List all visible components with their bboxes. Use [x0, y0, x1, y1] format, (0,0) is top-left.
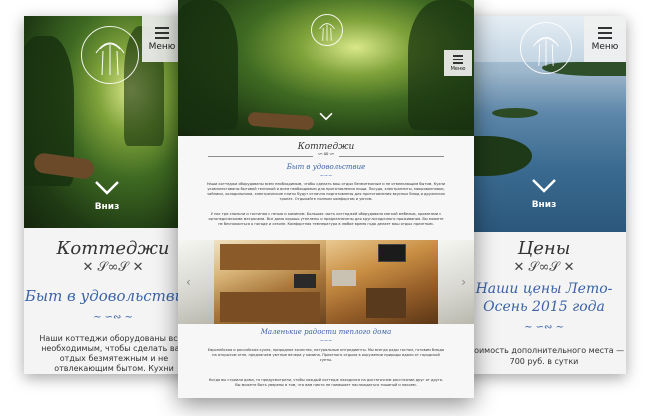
tree-shape	[178, 0, 238, 130]
gallery-photo[interactable]	[214, 240, 326, 324]
hamburger-icon	[444, 50, 472, 64]
menu-button[interactable]: Меню	[142, 16, 182, 62]
scroll-down-label[interactable]: Вниз	[521, 200, 567, 210]
ornament-divider: ✕ 𝒮∞𝒮 ✕	[513, 260, 575, 275]
island	[492, 108, 538, 118]
ornament-divider: ✕ 𝒮∞𝒮 ✕	[82, 260, 144, 275]
cabinet-shape	[220, 244, 320, 270]
chevron-right-icon[interactable]: ›	[461, 275, 466, 289]
appliance-shape	[294, 274, 316, 288]
left-hero-image: Меню Вниз	[24, 16, 202, 228]
logo-icon[interactable]	[520, 22, 572, 74]
right-phone-preview: Меню Вниз Цены ✕ 𝒮∞𝒮 ✕ Наши цены Лето-Ос…	[462, 16, 626, 374]
logo-icon[interactable]	[311, 14, 343, 46]
photo-gallery: ‹ ›	[178, 240, 474, 324]
ornament-divider: ∼ ∽∾ ∼	[93, 312, 133, 323]
price-text: Стоимость дополнительного места —	[463, 346, 625, 355]
heater-shape	[332, 270, 356, 286]
cabinet-shape	[220, 292, 320, 322]
logo-icon[interactable]	[81, 26, 139, 84]
ornament-divider: ∼∽∼	[319, 338, 333, 344]
price-text: 700 руб. в сутки	[509, 357, 579, 366]
menu-button[interactable]: Меню	[584, 16, 626, 62]
center-page-preview: Меню Коттеджи ∽∞∽ Быт в удовольствие ∼∽∼…	[178, 0, 474, 398]
tv-shape	[378, 244, 406, 262]
gallery-photo[interactable]: ›	[438, 240, 474, 324]
scroll-down-label[interactable]: Вниз	[84, 202, 130, 212]
hamburger-icon	[142, 16, 182, 39]
section-subtitle: Наши цены Лето-Осень 2015 года	[475, 281, 613, 315]
left-phone-preview: Меню Вниз Коттеджи ✕ 𝒮∞𝒮 ✕ Быт в удоволь…	[24, 16, 202, 374]
ornament-divider: ∽∞∽	[317, 150, 335, 158]
chevron-down-icon[interactable]	[94, 180, 120, 196]
chevron-down-icon[interactable]	[319, 112, 333, 121]
hamburger-icon	[584, 16, 626, 39]
section-subtitle: Быт в удовольствие	[24, 287, 194, 305]
paragraph-text: Европейская и российская кухня, природно…	[207, 348, 445, 362]
menu-label: Меню	[148, 42, 176, 52]
paragraph-text: У нас три спальни и гостиная с печью и к…	[208, 212, 444, 226]
chevron-left-icon[interactable]: ‹	[186, 275, 191, 289]
section-title: Цены	[517, 238, 571, 259]
ornament-divider: ∼∽∼	[319, 173, 333, 179]
menu-label: Меню	[450, 65, 466, 72]
fireplace-shape	[366, 288, 406, 318]
menu-button[interactable]: Меню	[444, 50, 472, 76]
paragraph-text: Когда вы строили дома, то предусмотрели,…	[208, 378, 444, 387]
section-body-text: Наши коттеджи оборудованы всем необходим…	[39, 334, 188, 373]
ornament-divider: ∼ ∽∾ ∼	[524, 322, 564, 333]
section-subtitle: Маленькие радости теплого дома	[260, 328, 392, 336]
menu-label: Меню	[591, 42, 619, 52]
fallen-log	[247, 111, 315, 131]
paragraph-text: Наши коттеджи оборудованы всем необходим…	[206, 182, 446, 201]
section-title: Коттеджи	[56, 238, 170, 259]
section-subtitle: Быт в удовольствие	[286, 163, 366, 171]
chevron-down-icon[interactable]	[531, 178, 557, 194]
center-hero-image: Меню	[178, 0, 474, 136]
right-hero-image: Меню Вниз	[462, 16, 626, 232]
gallery-photo[interactable]: ‹	[178, 240, 214, 324]
gallery-photo[interactable]	[326, 240, 438, 324]
